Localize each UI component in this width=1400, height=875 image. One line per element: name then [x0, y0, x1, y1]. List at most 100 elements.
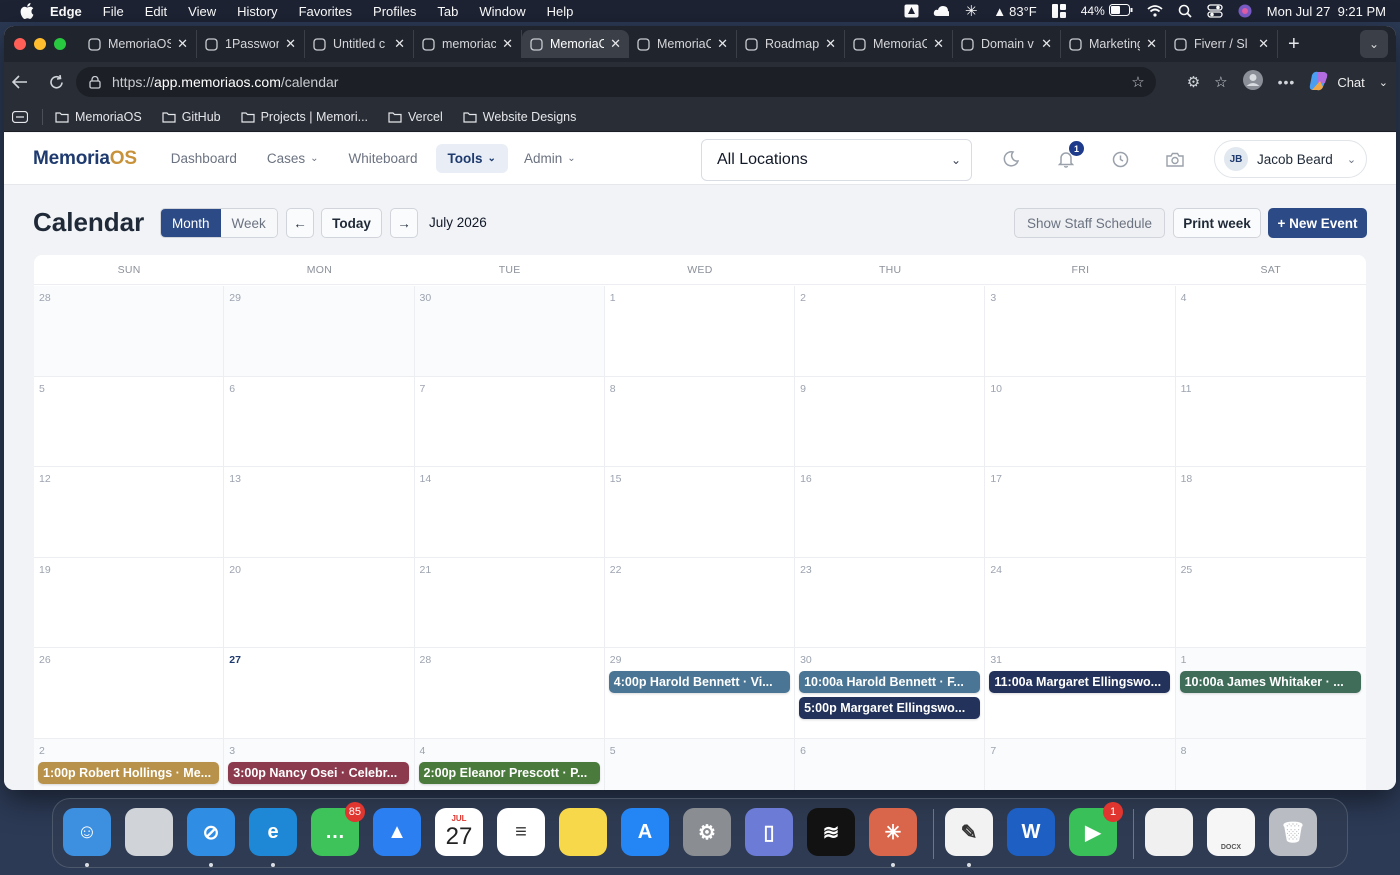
drive-icon[interactable] [903, 4, 919, 18]
calendar-event[interactable]: 1:00p Robert Hollings · Me... [38, 761, 219, 784]
close-tab-icon[interactable]: ✕ [717, 36, 728, 52]
browser-tab[interactable]: MemoriaO ✕ [522, 30, 629, 58]
nav-dashboard[interactable]: Dashboard [171, 151, 237, 166]
browser-tab[interactable]: memoriac ✕ [414, 30, 522, 58]
menu-help[interactable]: Help [547, 4, 574, 19]
close-tab-icon[interactable]: ✕ [177, 36, 188, 52]
battery-widget[interactable]: 44% [1081, 3, 1133, 19]
favorites-icon[interactable]: ☆ [1214, 73, 1227, 91]
reload-icon[interactable] [42, 68, 70, 96]
document-preview-icon[interactable] [1145, 808, 1193, 856]
tab-actions-chevron-icon[interactable]: ⌄ [1360, 30, 1388, 58]
calendar-day-cell[interactable]: 1 [604, 286, 796, 376]
browser-tab[interactable]: Roadmap ✕ [737, 30, 845, 58]
calendar-day-cell[interactable]: 30 10:00a Harold Bennett · F... 5:00p Marg… [795, 648, 986, 738]
calendar-day-cell[interactable]: 4 [1175, 286, 1366, 376]
sidebar-toggle-icon[interactable] [12, 110, 28, 123]
app-store-icon[interactable]: A [621, 808, 669, 856]
spotify-icon[interactable]: ≋ [807, 808, 855, 856]
close-tab-icon[interactable]: ✕ [1041, 36, 1052, 52]
calendar-day-cell[interactable]: 16 [795, 467, 986, 557]
facetime-icon[interactable]: ▶ 1 [1069, 802, 1123, 856]
menu-window[interactable]: Window [479, 4, 525, 19]
calendar-day-cell[interactable]: 5 [604, 738, 796, 790]
bookmark-item[interactable]: Vercel [388, 110, 443, 124]
textedit-icon[interactable]: ✎ [945, 808, 993, 856]
calendar-day-cell[interactable]: 9 [795, 376, 986, 466]
calendar-day-cell[interactable]: 28 [414, 648, 605, 738]
menu-edit[interactable]: Edit [145, 4, 167, 19]
profile-avatar-icon[interactable] [1242, 69, 1264, 96]
calendar-day-cell[interactable]: 11 [1175, 376, 1366, 466]
menu-favorites[interactable]: Favorites [299, 4, 352, 19]
user-menu-button[interactable]: JB Jacob Beard ⌄ [1214, 140, 1367, 178]
testflight-icon[interactable]: ▲ [373, 808, 421, 856]
trash-icon[interactable]: 🗑 [1269, 808, 1317, 856]
claude-icon[interactable]: ✳ [869, 808, 917, 856]
month-view-button[interactable]: Month [161, 209, 221, 237]
weather-widget[interactable]: ▲ 83°F [993, 4, 1036, 19]
nav-whiteboard[interactable]: Whiteboard [349, 151, 418, 166]
close-tab-icon[interactable]: ✕ [285, 36, 296, 52]
bookmark-item[interactable]: Projects | Memori... [240, 110, 368, 124]
close-tab-icon[interactable]: ✕ [825, 36, 836, 52]
menu-edge[interactable]: Edge [50, 4, 82, 19]
calendar-day-cell[interactable]: 3 [985, 286, 1176, 376]
calendar-day-cell[interactable]: 25 [1175, 557, 1366, 647]
close-tab-icon[interactable]: ✕ [1258, 36, 1269, 52]
calendar-event[interactable]: 10:00a Harold Bennett · F... [799, 671, 981, 693]
app-logo[interactable]: MemoriaOS [33, 148, 137, 170]
finder-icon[interactable]: ☺ [63, 808, 111, 856]
new-tab-icon[interactable]: + [1288, 33, 1300, 56]
next-month-button[interactable]: → [390, 208, 418, 238]
calendar-event[interactable]: 3:00p Nancy Osei · Celebr... [228, 761, 410, 784]
launchpad-icon[interactable] [125, 808, 173, 856]
calendar-day-cell[interactable]: 8 [604, 376, 796, 466]
browser-tab[interactable]: MemoriaOS ✕ [80, 30, 197, 58]
calendar-day-cell[interactable]: 21 [414, 557, 605, 647]
camera-icon[interactable] [1163, 147, 1187, 171]
calendar-day-cell[interactable]: 3 3:00p Nancy Osei · Celebr... [224, 738, 415, 790]
print-week-button[interactable]: Print week [1173, 208, 1261, 238]
calendar-day-cell[interactable]: 18 [1175, 467, 1366, 557]
calendar-event[interactable]: 5:00p Margaret Ellingswo... [799, 697, 981, 719]
calendar-day-cell[interactable]: 10 [985, 376, 1176, 466]
history-clock-icon[interactable] [1108, 147, 1132, 171]
spotlight-search-icon[interactable] [1177, 4, 1193, 18]
favorite-star-icon[interactable]: ☆ [1128, 72, 1148, 92]
calendar-event[interactable]: 2:00p Eleanor Prescott · P... [418, 761, 600, 784]
calendar-day-cell[interactable]: 28 [34, 286, 225, 376]
menu-file[interactable]: File [103, 4, 124, 19]
calendar-day-cell[interactable]: 7 [414, 376, 605, 466]
calendar-day-cell[interactable]: 7 [985, 738, 1176, 790]
calendar-day-cell[interactable]: 27 [224, 648, 415, 738]
notifications-bell-icon[interactable]: 1 [1054, 141, 1084, 171]
calendar-day-cell[interactable]: 14 [414, 467, 605, 557]
close-window-button[interactable] [14, 38, 26, 50]
calendar-day-cell[interactable]: 6 [224, 376, 415, 466]
browser-tab[interactable]: 1Password ✕ [197, 30, 305, 58]
nav-admin[interactable]: Admin ⌄ [524, 151, 576, 166]
calendar-day-cell[interactable]: 5 [34, 376, 225, 466]
iphone-mirroring-icon[interactable]: ▯ [745, 808, 793, 856]
zoom-window-button[interactable] [54, 38, 66, 50]
calendar-day-cell[interactable]: 2 1:00p Robert Hollings · Me... [34, 738, 225, 790]
cloud-sync-icon[interactable] [933, 4, 950, 18]
nav-tools[interactable]: Tools ⌄ [435, 144, 508, 173]
menu-profiles[interactable]: Profiles [373, 4, 416, 19]
calendar-day-cell[interactable]: 29 4:00p Harold Bennett · Vi... [604, 648, 796, 738]
calendar-icon[interactable]: JUL 27 [435, 808, 483, 856]
calendar-day-cell[interactable]: 15 [604, 467, 796, 557]
menu-tab[interactable]: Tab [437, 4, 458, 19]
dark-mode-moon-icon[interactable] [999, 147, 1023, 171]
calendar-day-cell[interactable]: 13 [224, 467, 415, 557]
calendar-day-cell[interactable]: 22 [604, 557, 796, 647]
calendar-day-cell[interactable]: 6 [795, 738, 986, 790]
docx-file-icon[interactable]: DOCX [1207, 808, 1255, 856]
calendar-event[interactable]: 10:00a James Whitaker · ... [1179, 671, 1361, 693]
claude-status-icon[interactable]: ✳ [963, 3, 979, 20]
word-icon[interactable]: W [1007, 808, 1055, 856]
nav-cases[interactable]: Cases ⌄ [267, 151, 319, 166]
messages-icon[interactable]: … 85 [311, 802, 365, 856]
close-tab-icon[interactable]: ✕ [502, 36, 513, 52]
